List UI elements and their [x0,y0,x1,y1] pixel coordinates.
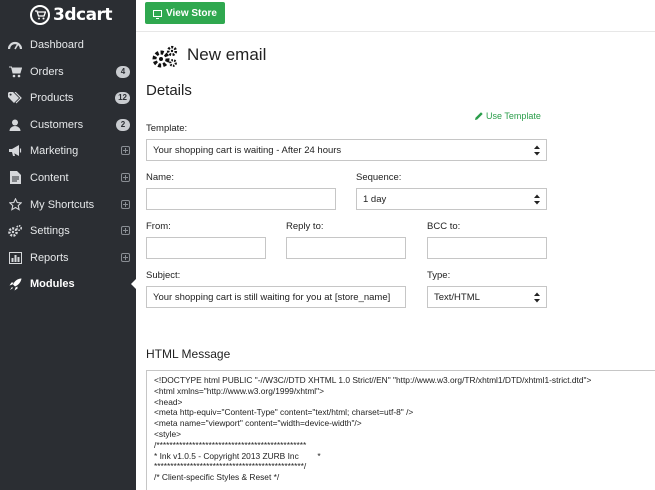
name-input[interactable] [146,188,336,210]
use-template-link[interactable]: Use Template [475,111,541,121]
sidebar-item-label: Marketing [30,145,79,158]
sidebar: 3dcart Dashboard Orders 4 Products 12 Cu… [0,0,136,490]
expand-plus-icon[interactable] [121,199,130,209]
code-line: /***************************************… [154,439,307,450]
expand-plus-icon[interactable] [121,146,130,156]
code-line: /* Client-specific Styles & Reset */ [154,472,280,483]
sidebar-item-label: Content [30,171,69,184]
code-line: <meta http-equiv="Content-Type" content=… [154,407,414,418]
sidebar-item-label: Orders [30,65,64,78]
sidebar-nav: Dashboard Orders 4 Products 12 Customers… [0,32,136,298]
sidebar-item-label: Customers [30,118,84,131]
section-title: Details [146,82,192,99]
user-icon [8,118,22,132]
bar-chart-icon [8,251,22,265]
sequence-select[interactable]: 1 day [356,188,547,210]
bullhorn-icon [8,144,22,158]
name-label: Name: [146,172,174,183]
code-line: * Ink v1.0.5 - Copyright 2013 ZURB Inc * [154,450,321,461]
view-store-button[interactable]: View Store [145,2,225,24]
bcc-to-input[interactable] [427,237,547,259]
template-select[interactable]: Your shopping cart is waiting - After 24… [146,139,547,161]
code-line: <!DOCTYPE html PUBLIC "-//W3C//DTD XHTML… [154,375,592,385]
type-label: Type: [427,270,451,281]
html-message-editor[interactable]: <!DOCTYPE html PUBLIC "-//W3C//DTD XHTML… [146,370,655,490]
sidebar-item-label: Dashboard [30,39,84,51]
code-line: <style> [154,428,182,439]
select-arrows-icon [534,194,540,205]
use-template-label: Use Template [486,111,541,121]
sidebar-item-label: Reports [30,251,69,264]
logo-wordmark: 3dcart [53,5,113,25]
sidebar-item-my-shortcuts[interactable]: My Shortcuts [0,192,136,219]
expand-plus-icon[interactable] [121,172,130,182]
sidebar-item-reports[interactable]: Reports [0,245,136,272]
sequence-select-value: 1 day [363,193,387,205]
expand-plus-icon[interactable] [121,252,130,262]
code-line: <meta name="viewport" content="width=dev… [154,418,362,429]
reply-to-label: Reply to: [286,221,324,232]
monitor-icon [153,9,162,19]
select-arrows-icon [534,145,540,156]
tags-icon [8,91,22,105]
customers-count-badge: 2 [116,118,130,131]
sidebar-item-products[interactable]: Products 12 [0,85,136,112]
logo[interactable]: 3dcart [30,4,113,26]
products-count-badge: 12 [115,92,130,105]
type-select-value: Text/HTML [434,291,480,303]
sidebar-item-customers[interactable]: Customers 2 [0,112,136,139]
star-icon [8,198,22,212]
from-label: From: [146,221,171,232]
select-arrows-icon [534,292,540,303]
sidebar-item-orders[interactable]: Orders 4 [0,59,136,86]
sidebar-item-label: Modules [30,278,75,291]
rocket-icon [8,277,22,291]
code-line: <html xmlns="http://www.w3.org/1999/xhtm… [154,385,325,396]
logo-cart-icon [30,5,50,25]
pencil-icon [475,112,483,120]
expand-plus-icon[interactable] [121,226,130,236]
file-icon [8,171,22,185]
sidebar-item-dashboard[interactable]: Dashboard [0,32,136,59]
code-line: <head> [154,396,183,407]
subject-input[interactable] [146,286,406,308]
dashboard-icon [8,38,22,52]
template-label: Template: [146,123,188,134]
sidebar-item-label: Products [30,92,74,105]
sidebar-item-modules[interactable]: Modules [0,271,136,298]
code-line: ****************************************… [154,461,307,472]
type-select[interactable]: Text/HTML [427,286,547,308]
cogs-icon [8,224,22,238]
template-select-value: Your shopping cart is waiting - After 24… [153,144,342,156]
view-store-label: View Store [166,7,217,19]
reply-to-input[interactable] [286,237,406,259]
sidebar-item-label: Settings [30,225,70,238]
subject-label: Subject: [146,270,181,281]
gears-icon [152,45,178,69]
from-input[interactable] [146,237,266,259]
sidebar-item-label: My Shortcuts [30,198,95,211]
orders-count-badge: 4 [116,65,130,78]
bcc-to-label: BCC to: [427,221,461,232]
html-message-heading: HTML Message [146,347,231,361]
cart-icon [8,65,22,79]
sidebar-item-settings[interactable]: Settings [0,218,136,245]
sidebar-item-content[interactable]: Content [0,165,136,192]
main-content: New email Details Use Template Template:… [136,33,655,490]
sidebar-item-marketing[interactable]: Marketing [0,138,136,165]
top-bar: View Store [136,0,655,32]
page-title: New email [187,45,267,64]
sequence-label: Sequence: [356,172,402,183]
